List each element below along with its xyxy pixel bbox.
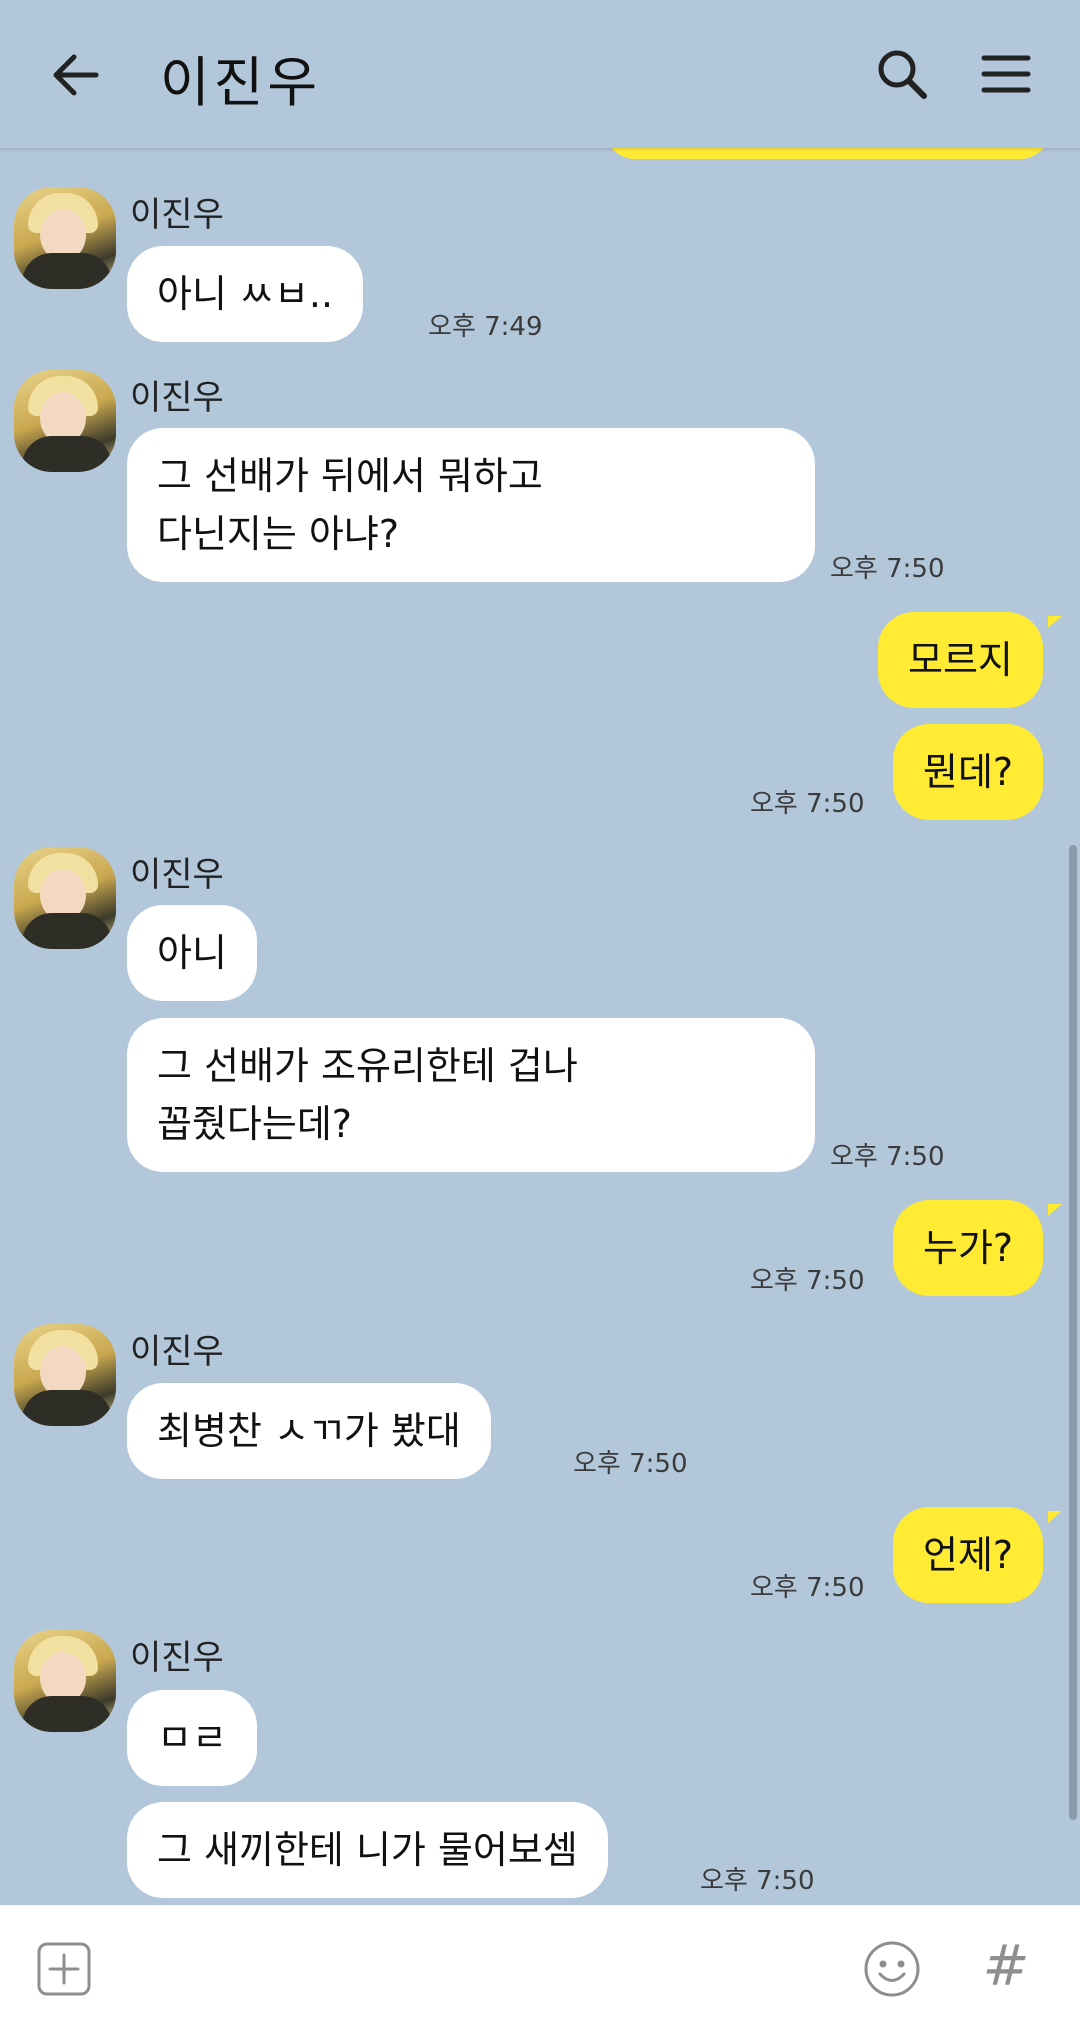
incoming-message-bubble[interactable]: 최병찬 ㅅㄲ가 봤대	[127, 1383, 491, 1479]
bubble-tail	[1048, 616, 1062, 628]
message-timestamp: 오후 7:50	[573, 1449, 688, 1479]
outgoing-message-bubble[interactable]: 언제?	[893, 1507, 1044, 1603]
search-icon[interactable]	[872, 44, 932, 104]
message-timestamp: 오후 7:50	[750, 1573, 865, 1603]
avatar[interactable]	[14, 847, 116, 949]
message-timestamp: 오후 7:50	[700, 1866, 815, 1896]
message-timestamp: 오후 7:50	[830, 554, 945, 584]
bubble-tail	[1048, 1511, 1062, 1523]
message-input[interactable]	[120, 1933, 820, 2003]
plus-square-icon[interactable]	[36, 1941, 92, 1997]
message-line: 꼽줬다는데?	[157, 1102, 352, 1146]
message-line: 그 선배가 조유리한테 겁나	[157, 1044, 578, 1088]
avatar[interactable]	[14, 187, 116, 289]
menu-icon[interactable]	[976, 44, 1036, 104]
hash-icon[interactable]: #	[976, 1937, 1036, 1997]
sender-name: 이진우	[130, 1638, 224, 1678]
sender-name: 이진우	[130, 195, 224, 235]
message-timestamp: 오후 7:49	[428, 312, 543, 342]
avatar[interactable]	[14, 370, 116, 472]
chat-title: 이진우	[160, 51, 322, 114]
bubble-tail	[1048, 1204, 1062, 1216]
sender-name: 이진우	[130, 378, 224, 418]
back-arrow-icon[interactable]	[46, 45, 106, 105]
scrollbar[interactable]	[1069, 845, 1077, 1820]
incoming-message-bubble[interactable]: 아니 ㅆㅂ..	[127, 246, 364, 342]
incoming-message-bubble[interactable]: 그 선배가 뒤에서 뭐하고 다닌지는 아냐?	[127, 428, 815, 582]
message-timestamp: 오후 7:50	[750, 789, 865, 819]
incoming-message-bubble[interactable]: ㅁㄹ	[127, 1690, 257, 1786]
message-timestamp: 오후 7:50	[750, 1266, 865, 1296]
message-line: 다닌지는 아냐?	[157, 512, 400, 556]
chat-header: 이진우	[0, 0, 1080, 148]
smiley-icon[interactable]	[862, 1939, 922, 1999]
avatar[interactable]	[14, 1324, 116, 1426]
outgoing-message-bubble[interactable]: 뭔데?	[893, 724, 1044, 820]
outgoing-message-bubble[interactable]: 누가?	[893, 1200, 1044, 1296]
avatar[interactable]	[14, 1630, 116, 1732]
incoming-message-bubble[interactable]: 그 새끼한테 니가 물어보셈	[127, 1802, 608, 1898]
incoming-message-bubble[interactable]: 아니	[127, 905, 257, 1001]
message-line: 그 선배가 뒤에서 뭐하고	[157, 454, 543, 498]
sender-name: 이진우	[130, 855, 224, 895]
sender-name: 이진우	[130, 1332, 224, 1372]
message-composer: #	[0, 1905, 1080, 2031]
message-timestamp: 오후 7:50	[830, 1142, 945, 1172]
incoming-message-bubble[interactable]: 그 선배가 조유리한테 겁나 꼽줬다는데?	[127, 1018, 815, 1172]
outgoing-message-bubble[interactable]: 모르지	[878, 612, 1043, 708]
